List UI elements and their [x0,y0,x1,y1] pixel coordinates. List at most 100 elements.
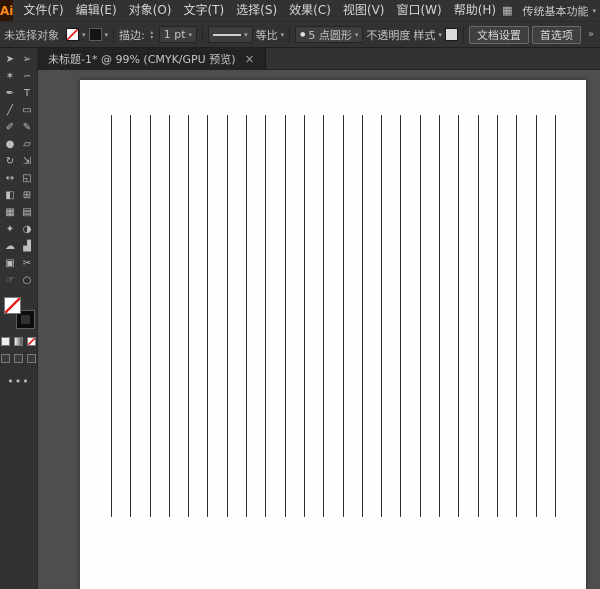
vertical-lines-group [111,115,556,517]
artboard-tool[interactable]: ▣ [2,255,19,272]
perspective-grid-tool[interactable]: ⊞ [19,187,36,204]
document-tab-title: 未标题-1* @ 99% (CMYK/GPU 预览) [48,53,236,66]
artboard-vertical-line[interactable] [554,115,556,517]
slice-tool[interactable]: ✂ [19,255,36,272]
canvas[interactable] [38,70,600,589]
tools-panel: ➤ ➢ ✶ ∽ ✒ T ╱ ▭ ✐ ✎ ● ▱ ↻ ⇲ ↔ ◱ ◧ ⊞ ▦ ▤ ✦ ◑ ☁ ▟ ▣ ✂ ☞ ○ ••• [0,48,38,589]
edit-toolbar-button[interactable]: ••• [7,375,29,388]
workspace-switcher[interactable]: 传统基本功能 ▾ [523,3,597,19]
artboard-vertical-line[interactable] [535,115,537,517]
rotate-tool[interactable]: ↻ [2,153,19,170]
symbol-sprayer-tool[interactable]: ☁ [2,238,19,255]
control-bar: 未选择对象 ▾ ▾ 描边: ▴ ▾ 1 pt ▾ ▾ 等比 ▾ ● 5 点圆形 … [0,21,600,48]
menu-item[interactable]: 视图(V) [337,0,391,21]
gradient-button[interactable] [14,337,23,346]
lasso-tool[interactable]: ∽ [19,68,36,85]
menu-item[interactable]: 选择(S) [230,0,283,21]
uniform-profile-dropdown[interactable]: 等比 ▾ [256,27,285,43]
mesh-tool[interactable]: ▦ [2,204,19,221]
zoom-tool[interactable]: ○ [19,272,36,289]
width-profile-dropdown[interactable]: ▾ [208,26,253,43]
artboard-vertical-line[interactable] [323,115,325,517]
draw-behind-button[interactable] [14,354,23,363]
rectangle-tool[interactable]: ▭ [19,102,36,119]
menu-item[interactable]: 文字(T) [177,0,230,21]
artboard-vertical-line[interactable] [207,115,209,517]
chevron-down-icon: ▾ [188,30,193,39]
width-tool[interactable]: ↔ [2,170,19,187]
artboard-vertical-line[interactable] [265,115,267,517]
artboard-vertical-line[interactable] [342,115,344,517]
eyedropper-tool[interactable]: ✦ [2,221,19,238]
style-dropdown[interactable]: 样式 ▾ [413,27,442,43]
artboard-vertical-line[interactable] [516,115,518,517]
artboard-vertical-line[interactable] [419,115,421,517]
document-setup-button[interactable]: 文档设置 [468,25,529,44]
fill-swatch[interactable] [3,297,21,314]
artboard-vertical-line[interactable] [226,115,228,517]
fill-stroke-control[interactable] [3,297,34,328]
artboard-vertical-line[interactable] [458,115,460,517]
shape-builder-tool[interactable]: ◧ [2,187,19,204]
arrange-documents-icon[interactable]: ▦ [502,4,512,17]
draw-normal-button[interactable] [1,354,10,363]
menu-item[interactable]: 窗口(W) [390,0,447,21]
direct-selection-tool[interactable]: ➢ [19,51,36,68]
color-button[interactable] [1,337,10,346]
style-swatch[interactable] [444,28,458,41]
hand-tool[interactable]: ☞ [2,272,19,289]
artboard-vertical-line[interactable] [400,115,402,517]
pen-tool[interactable]: ✒ [2,85,19,102]
chevron-down-icon: ▾ [354,30,359,39]
artboard-vertical-line[interactable] [439,115,441,517]
blend-tool[interactable]: ◑ [19,221,36,238]
fill-color-swatch[interactable] [66,28,79,41]
magic-wand-tool[interactable]: ✶ [2,68,19,85]
stroke-color-swatch[interactable] [88,28,102,41]
free-transform-tool[interactable]: ◱ [19,170,36,187]
separator [289,26,291,43]
eraser-tool[interactable]: ▱ [19,136,36,153]
blob-brush-tool[interactable]: ● [2,136,19,153]
pencil-tool[interactable]: ✎ [19,119,36,136]
menu-item[interactable]: 文件(F) [17,0,69,21]
type-tool[interactable]: T [19,85,36,102]
column-graph-tool[interactable]: ▟ [19,238,36,255]
artboard-vertical-line[interactable] [496,115,498,517]
selection-tool[interactable]: ➤ [2,51,19,68]
stroke-weight-stepper[interactable]: ▴ ▾ [148,29,156,40]
document-tab[interactable]: 未标题-1* @ 99% (CMYK/GPU 预览) × [38,48,266,70]
artboard[interactable] [80,80,586,589]
stroke-weight-dropdown[interactable]: 1 pt ▾ [158,26,198,43]
brush-definition-dropdown[interactable]: ● 5 点圆形 ▾ [295,26,364,43]
close-tab-icon[interactable]: × [245,53,255,65]
artboard-vertical-line[interactable] [111,115,112,517]
artboard-vertical-line[interactable] [477,115,479,517]
line-segment-tool[interactable]: ╱ [2,102,19,119]
draw-inside-button[interactable] [27,354,36,363]
artboard-vertical-line[interactable] [168,115,170,517]
none-button[interactable] [27,337,36,346]
artboard-vertical-line[interactable] [284,115,286,517]
artboard-vertical-line[interactable] [246,115,248,517]
artboard-vertical-line[interactable] [149,115,151,517]
artboard-vertical-line[interactable] [381,115,383,517]
main-area: ➤ ➢ ✶ ∽ ✒ T ╱ ▭ ✐ ✎ ● ▱ ↻ ⇲ ↔ ◱ ◧ ⊞ ▦ ▤ ✦ ◑ ☁ ▟ ▣ ✂ ☞ ○ ••• 未标题-1* … [0,48,600,589]
stepper-down-icon[interactable]: ▾ [150,34,153,40]
chevron-down-icon: ▾ [244,30,248,39]
menu-item[interactable]: 编辑(E) [70,0,123,21]
scale-tool[interactable]: ⇲ [19,153,36,170]
artboard-vertical-line[interactable] [303,115,305,517]
opacity-label[interactable]: 不透明度 [366,27,410,43]
menu-item[interactable]: 对象(O) [123,0,178,21]
artboard-vertical-line[interactable] [361,115,363,517]
gradient-tool[interactable]: ▤ [19,204,36,221]
menu-item[interactable]: 帮助(H) [448,0,502,21]
artboard-vertical-line[interactable] [188,115,190,517]
brush-definition-value: 5 点圆形 [308,28,352,42]
preferences-button[interactable]: 首选项 [531,25,581,44]
panel-collapse-icon[interactable]: » [588,29,596,40]
artboard-vertical-line[interactable] [130,115,132,517]
paintbrush-tool[interactable]: ✐ [2,119,19,136]
menu-item[interactable]: 效果(C) [283,0,337,21]
